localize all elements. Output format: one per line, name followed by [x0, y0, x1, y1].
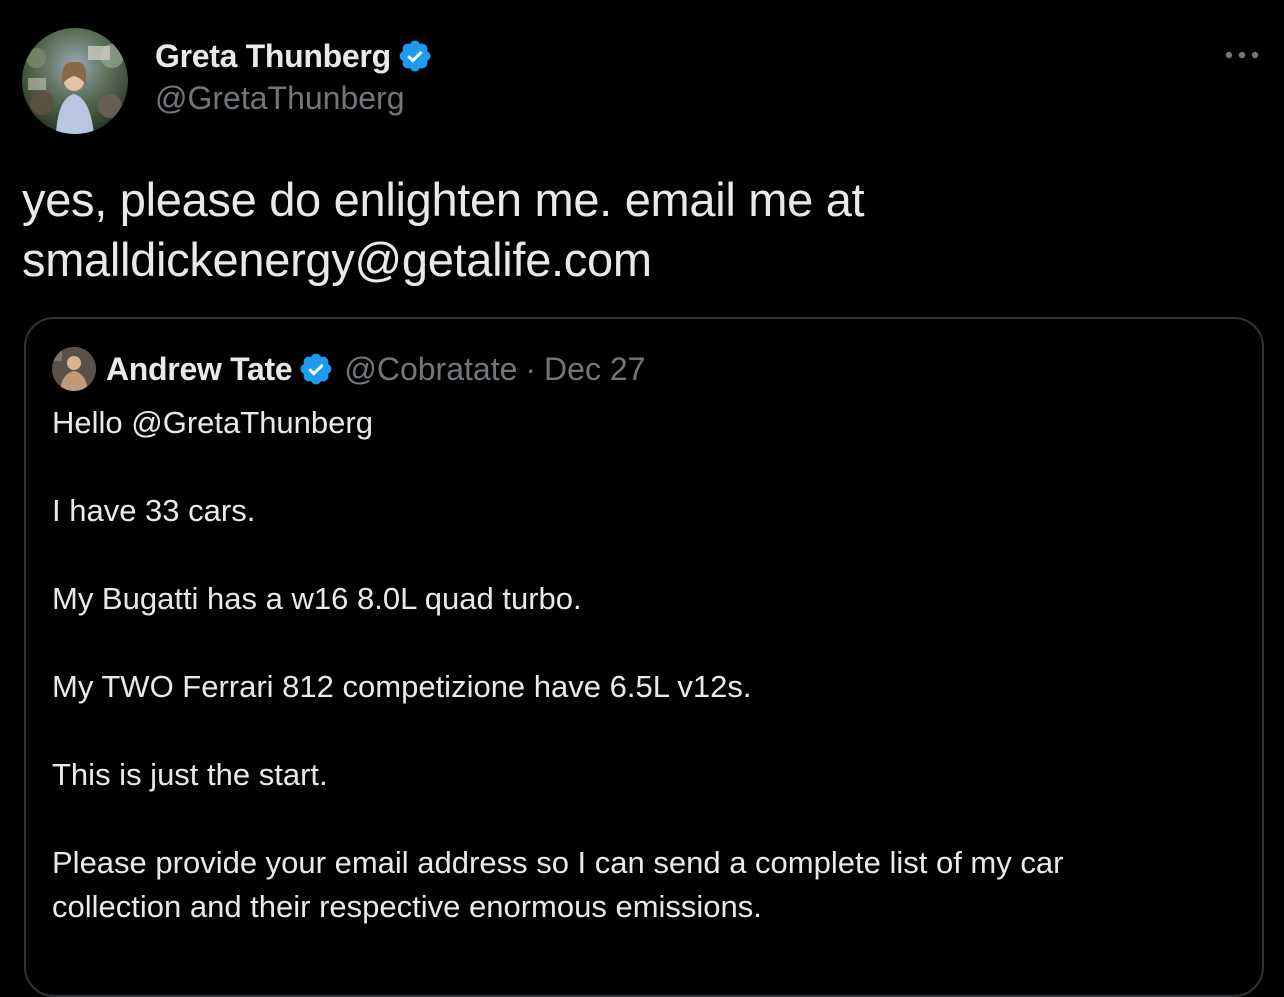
- verified-badge-icon: [300, 353, 332, 385]
- tweet-text-line: smalldickenergy@getalife.com: [22, 233, 652, 286]
- quoted-author-handle[interactable]: @Cobratate: [344, 351, 517, 388]
- quoted-tweet-line: collection and their respective enormous…: [52, 889, 762, 924]
- quoted-author-avatar[interactable]: [52, 347, 96, 391]
- meta-separator: ·: [525, 350, 537, 387]
- quoted-tweet-line: I have 33 cars.: [52, 493, 256, 528]
- quoted-tweet-date[interactable]: Dec 27: [544, 351, 645, 388]
- quoted-tweet-line: This is just the start.: [52, 757, 328, 792]
- author-header: Greta Thunberg: [155, 36, 433, 76]
- quoted-tweet-line: Hello @GretaThunberg: [52, 405, 373, 440]
- quoted-tweet-header: Andrew Tate @Cobratate · Dec 27: [106, 349, 645, 389]
- quoted-tweet-line: Please provide your email address so I c…: [52, 845, 1064, 880]
- quoted-tweet-line: My TWO Ferrari 812 competizione have 6.5…: [52, 669, 752, 704]
- author-avatar[interactable]: [22, 28, 128, 134]
- more-options-button[interactable]: [1222, 40, 1262, 70]
- quoted-author-name[interactable]: Andrew Tate: [106, 351, 293, 388]
- quoted-tweet-body: Hello @GretaThunberg I have 33 cars. My …: [52, 401, 1232, 929]
- author-handle[interactable]: @GretaThunberg: [155, 80, 405, 117]
- tweet-text-line: yes, please do enlighten me. email me at: [22, 173, 865, 226]
- quoted-tweet[interactable]: Andrew Tate @Cobratate · Dec 27 Hello @G…: [24, 317, 1264, 997]
- author-name[interactable]: Greta Thunberg: [155, 38, 391, 75]
- more-options-icon: [1225, 51, 1259, 59]
- verified-badge-icon: [399, 40, 431, 72]
- tweet-text: yes, please do enlighten me. email me at…: [22, 170, 1252, 290]
- quoted-tweet-line: My Bugatti has a w16 8.0L quad turbo.: [52, 581, 582, 616]
